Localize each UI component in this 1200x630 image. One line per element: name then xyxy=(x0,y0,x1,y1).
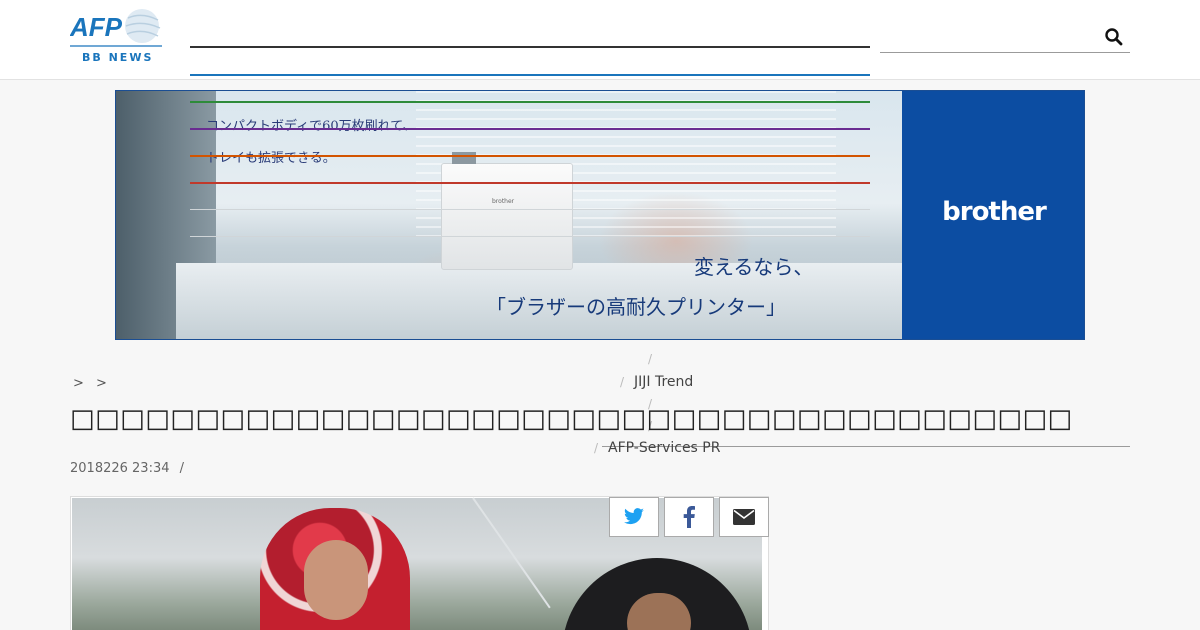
afpbb-logo[interactable]: AFP BB NEWS xyxy=(70,8,162,64)
woman-face-1 xyxy=(304,540,368,620)
article-meta: 2018226 23:34 / xyxy=(70,461,184,476)
breadcrumb: > > xyxy=(73,376,115,391)
menu-separator: / xyxy=(648,352,653,366)
nav-line-gray-1[interactable] xyxy=(190,209,870,210)
menu-item-jiji-trend[interactable]: JIJI Trend xyxy=(634,374,693,390)
article-title: □□□□□□□□□□□□□□□□□□□□□□□□□□□□□□□□□□□□□□□□ xyxy=(70,404,1073,434)
banner-copy-1: 変えるなら、 xyxy=(694,255,814,279)
nav-line-gray-2[interactable] xyxy=(190,236,870,237)
article-date: 2018226 23:34 xyxy=(70,461,170,476)
nav-line-orange[interactable] xyxy=(190,155,870,157)
search-box xyxy=(880,22,1130,53)
breadcrumb-separator: > xyxy=(96,376,107,391)
nav-line-purple[interactable] xyxy=(190,128,870,130)
facebook-icon xyxy=(683,506,695,528)
share-facebook-button[interactable] xyxy=(664,497,714,537)
meta-separator: / xyxy=(179,461,185,476)
menu-item-afp-services-pr[interactable]: AFP-Services PR xyxy=(608,440,720,456)
brother-logo: brother xyxy=(942,197,1047,227)
printer-brand-label: brother xyxy=(492,198,515,205)
logo-subtext: BB NEWS xyxy=(82,51,153,64)
nav-line-green[interactable] xyxy=(190,101,870,103)
photo-tent-rope xyxy=(472,497,551,609)
site-header: AFP BB NEWS xyxy=(0,0,1200,80)
banner-line-1: コンパクトボディで60万枚刷れて、 xyxy=(206,119,416,134)
banner-copy-2: 「ブラザーの高耐久プリンター」 xyxy=(486,295,786,319)
twitter-icon xyxy=(624,508,644,525)
share-email-button[interactable] xyxy=(719,497,769,537)
breadcrumb-separator: > xyxy=(73,376,84,391)
share-twitter-button[interactable] xyxy=(609,497,659,537)
nav-line-red[interactable] xyxy=(190,182,870,184)
logo-text: AFP xyxy=(70,12,123,42)
brother-brand-panel: brother xyxy=(902,91,1084,339)
email-icon xyxy=(733,509,755,525)
menu-separator: / xyxy=(620,375,625,389)
search-input[interactable] xyxy=(880,22,1100,50)
menu-separator: / xyxy=(594,441,599,455)
printer-image: brother xyxy=(441,152,573,270)
search-icon[interactable] xyxy=(1104,27,1124,47)
nav-line-blue[interactable] xyxy=(190,74,870,76)
nav-line-news[interactable] xyxy=(190,46,870,48)
